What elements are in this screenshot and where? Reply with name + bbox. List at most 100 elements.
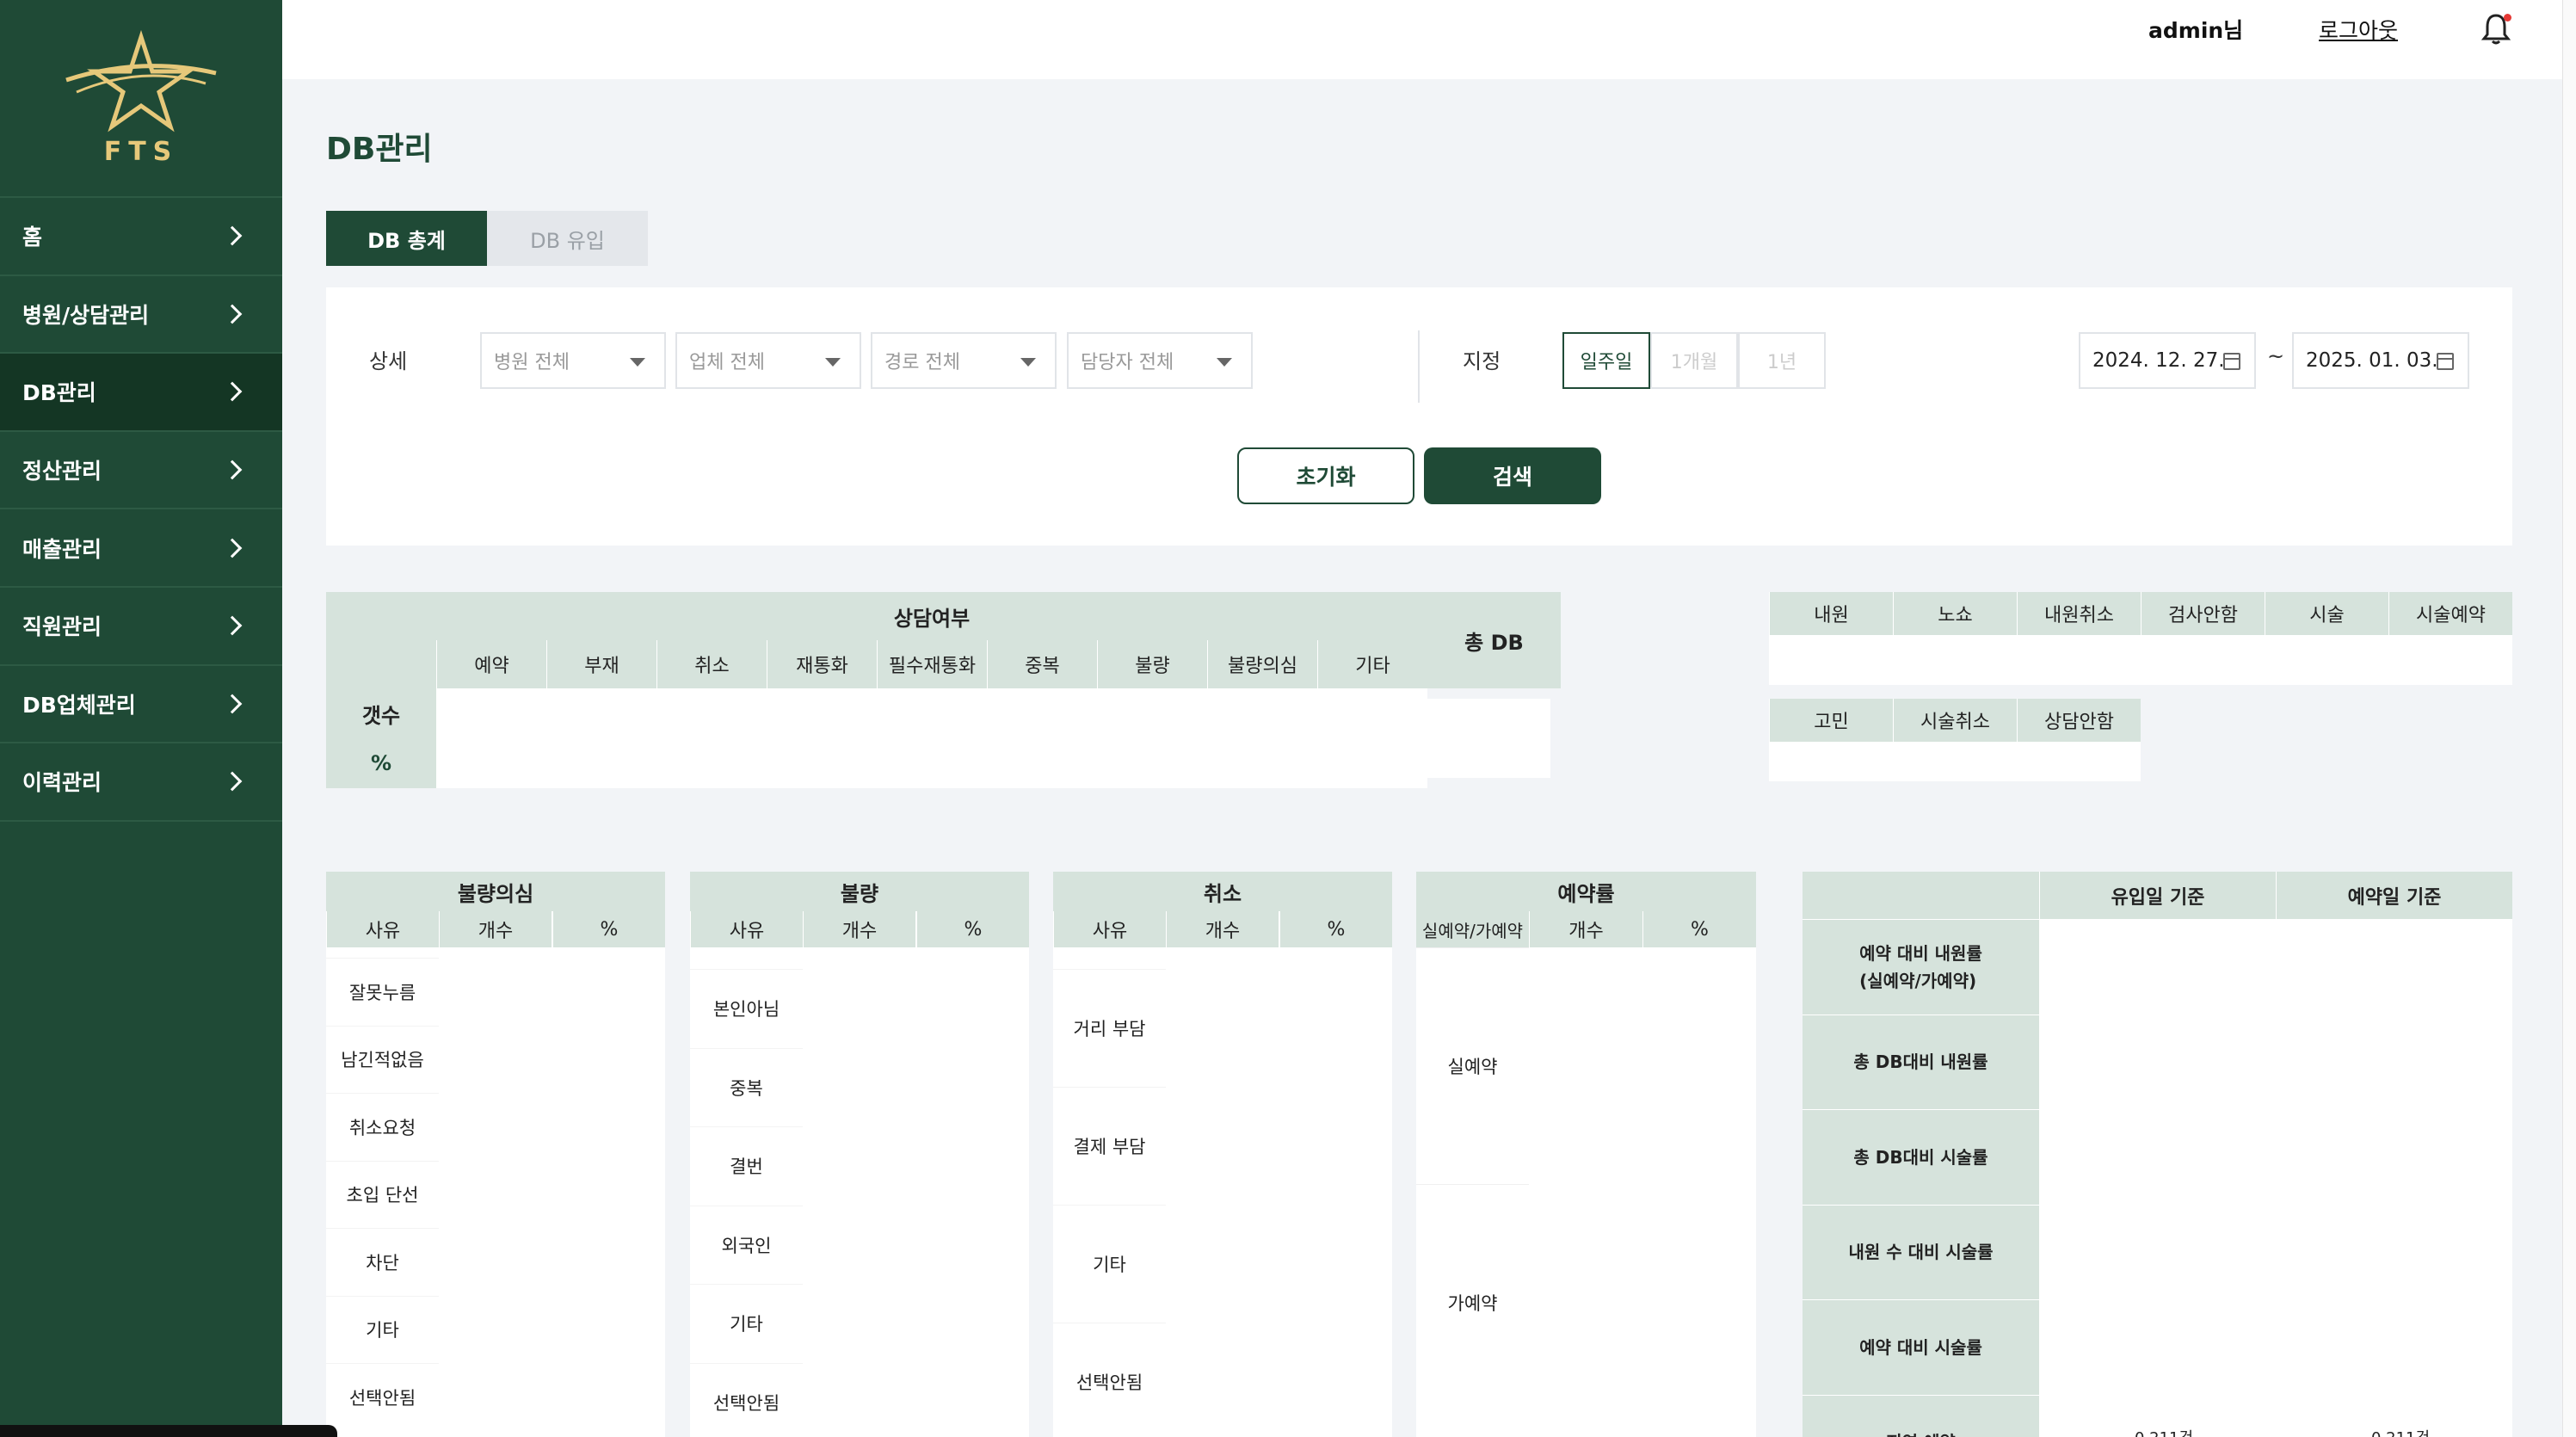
bad-table-sub-header: % bbox=[916, 911, 1029, 947]
star-logo-icon bbox=[65, 29, 217, 132]
divider bbox=[1418, 330, 1420, 403]
date-to-input[interactable]: 2025. 01. 03. bbox=[2292, 332, 2469, 389]
chevron-right-icon bbox=[222, 304, 243, 324]
notification-dot bbox=[2504, 14, 2511, 22]
user-name: admin님 bbox=[2148, 18, 2244, 43]
rates-value: 0,211건 bbox=[2061, 1424, 2267, 1437]
consult-column-header: 예약 bbox=[436, 640, 546, 688]
date-separator: ~ bbox=[2267, 344, 2285, 368]
calendar-icon bbox=[2223, 353, 2240, 370]
vendor-select[interactable]: 업체 전체 bbox=[675, 332, 861, 389]
booking-sub-header: 개수 bbox=[1529, 911, 1642, 947]
cancel-table-reason: 결제 부담 bbox=[1053, 1087, 1166, 1205]
tab-db-total[interactable]: DB 총계 bbox=[326, 211, 487, 266]
consult-column-header: 취소 bbox=[656, 640, 767, 688]
sidebar-item-label: 이력관리 bbox=[22, 770, 102, 796]
route-select-value: 경로 전체 bbox=[884, 352, 960, 373]
route-select[interactable]: 경로 전체 bbox=[871, 332, 1057, 389]
sidebar-item[interactable]: 이력관리 bbox=[0, 743, 282, 822]
visit-column-header: 상담안함 bbox=[2017, 699, 2141, 742]
bad-table-reason: 외국인 bbox=[690, 1205, 803, 1285]
reset-button[interactable]: 초기화 bbox=[1237, 447, 1414, 504]
consult-column-header: 기타 bbox=[1317, 640, 1427, 688]
hospital-select[interactable]: 병원 전체 bbox=[480, 332, 666, 389]
period-month-button[interactable]: 1개월 bbox=[1650, 332, 1738, 389]
sidebar-item[interactable]: 정산관리 bbox=[0, 432, 282, 510]
visit-column-header: 시술 bbox=[2265, 592, 2388, 635]
visit-column-header: 시술취소 bbox=[1893, 699, 2017, 742]
chevron-right-icon bbox=[222, 459, 243, 480]
tab-db-inflow[interactable]: DB 유입 bbox=[487, 211, 648, 266]
suspect-table-reason: 초입 단선 bbox=[326, 1160, 439, 1229]
sidebar: FTS 홈 병원/상담관리 DB관리정산관리매출관리직원관리 DB업체관리이력관리 bbox=[0, 0, 282, 1437]
suspect-table-sub-header: % bbox=[552, 911, 665, 947]
search-button[interactable]: 검색 bbox=[1424, 447, 1601, 504]
chevron-down-icon bbox=[1217, 358, 1232, 367]
logo-text: FTS bbox=[103, 136, 179, 167]
suspect-table: 불량의심 사유 개수% 잘못누름 남긴적없음 취소요청 초입 단선 차단 기타 선택안됨 bbox=[326, 872, 665, 1437]
consult-row-label: % bbox=[326, 738, 436, 788]
booking-table: 예약률 실예약/가예약 개수% 실예약 가예약 bbox=[1416, 872, 1756, 1437]
rates-table: 유입일 기준 예약일 기준 예약 대비 내원률 (실예약/가예약) 총 DB대비 내원… bbox=[1803, 872, 2512, 1437]
chevron-right-icon bbox=[222, 225, 243, 246]
sidebar-item[interactable]: 매출관리 bbox=[0, 509, 282, 588]
cancel-table-sub-header: 개수 bbox=[1166, 911, 1279, 947]
bell-icon[interactable] bbox=[2480, 12, 2511, 45]
booking-table-title: 예약률 bbox=[1416, 872, 1756, 911]
consult-column-header: 필수재통화 bbox=[877, 640, 987, 688]
visit-column-header: 노쇼 bbox=[1893, 592, 2017, 635]
bad-table-reason: 기타 bbox=[690, 1284, 803, 1363]
period-week-button[interactable]: 일주일 bbox=[1562, 332, 1650, 389]
cancel-table-reason: 선택안됨 bbox=[1053, 1323, 1166, 1437]
rates-row-label: 예약 대비 내원률 (실예약/가예약) bbox=[1803, 919, 2039, 1015]
status-toast bbox=[0, 1425, 337, 1437]
chevron-down-icon bbox=[1020, 358, 1036, 367]
sidebar-item[interactable]: 직원관리 bbox=[0, 588, 282, 666]
logo[interactable]: FTS bbox=[0, 0, 282, 198]
bad-table-title: 불량 bbox=[690, 872, 1029, 911]
visit-column-header: 내원취소 bbox=[2017, 592, 2141, 635]
suspect-table-reason: 취소요청 bbox=[326, 1093, 439, 1161]
rates-corner-cell bbox=[1803, 872, 2039, 919]
sidebar-item-label: 정산관리 bbox=[22, 459, 102, 484]
bad-table-reason: 선택안됨 bbox=[690, 1362, 803, 1437]
cancel-table-title: 취소 bbox=[1053, 872, 1392, 911]
manager-select-value: 담당자 전체 bbox=[1081, 352, 1174, 373]
visit-column-header: 고민 bbox=[1769, 699, 1893, 742]
rates-value: 0,211건 bbox=[2297, 1424, 2504, 1437]
manager-select[interactable]: 담당자 전체 bbox=[1067, 332, 1253, 389]
scrollbar[interactable] bbox=[2562, 0, 2576, 1437]
visit-column-header: 내원 bbox=[1769, 592, 1893, 635]
suspect-table-reason: 차단 bbox=[326, 1228, 439, 1296]
visit-table: 내원 노쇼 내원취소 검사안함 시술 시술예약 고민 시술취소 상담안함 bbox=[1769, 592, 2512, 790]
chevron-down-icon bbox=[630, 358, 645, 367]
consult-column-header: 불량 bbox=[1097, 640, 1207, 688]
consult-table: 상담여부 총 DB 예약 부재 취소 재통화 필수재통화 중복 불량 불량의심 기타 갯수 % bbox=[326, 592, 1561, 788]
suspect-table-reason: 남긴적없음 bbox=[326, 1025, 439, 1094]
sidebar-item[interactable]: DB업체관리 bbox=[0, 666, 282, 744]
rates-row-label: 총 DB대비 시술률 bbox=[1803, 1109, 2039, 1205]
period-year-button[interactable]: 1년 bbox=[1738, 332, 1826, 389]
rates-row-label: 총 DB대비 내원률 bbox=[1803, 1014, 2039, 1109]
sidebar-item[interactable]: 병원/상담관리 bbox=[0, 276, 282, 355]
vendor-select-value: 업체 전체 bbox=[689, 352, 765, 373]
sidebar-item-label: 직원관리 bbox=[22, 614, 102, 640]
chevron-right-icon bbox=[222, 615, 243, 636]
suspect-table-sub-header: 개수 bbox=[439, 911, 552, 947]
logout-link[interactable]: 로그아웃 bbox=[2319, 14, 2398, 45]
cancel-table-sub-header: % bbox=[1279, 911, 1392, 947]
date-from-input[interactable]: 2024. 12. 27. bbox=[2079, 332, 2256, 389]
sidebar-item[interactable]: 홈 bbox=[0, 198, 282, 276]
consult-column-header: 부재 bbox=[546, 640, 656, 688]
visit-column-header: 검사안함 bbox=[2141, 592, 2265, 635]
cancel-table: 취소 사유 개수% 거리 부담 결제 부담 기타 선택안됨 bbox=[1053, 872, 1392, 1437]
suspect-table-reason: 선택안됨 bbox=[326, 1363, 439, 1431]
hospital-select-value: 병원 전체 bbox=[494, 352, 570, 373]
visit-column-header: 시술예약 bbox=[2388, 592, 2512, 635]
page-title: DB관리 bbox=[326, 132, 433, 167]
date-to-value: 2025. 01. 03. bbox=[2306, 349, 2438, 372]
suspect-table-reason: 잘못누름 bbox=[326, 958, 439, 1026]
rates-row-label: 지연 예약 bbox=[1803, 1394, 2039, 1437]
bad-table-reason: 중복 bbox=[690, 1047, 803, 1127]
sidebar-item[interactable]: DB관리 bbox=[0, 354, 282, 432]
